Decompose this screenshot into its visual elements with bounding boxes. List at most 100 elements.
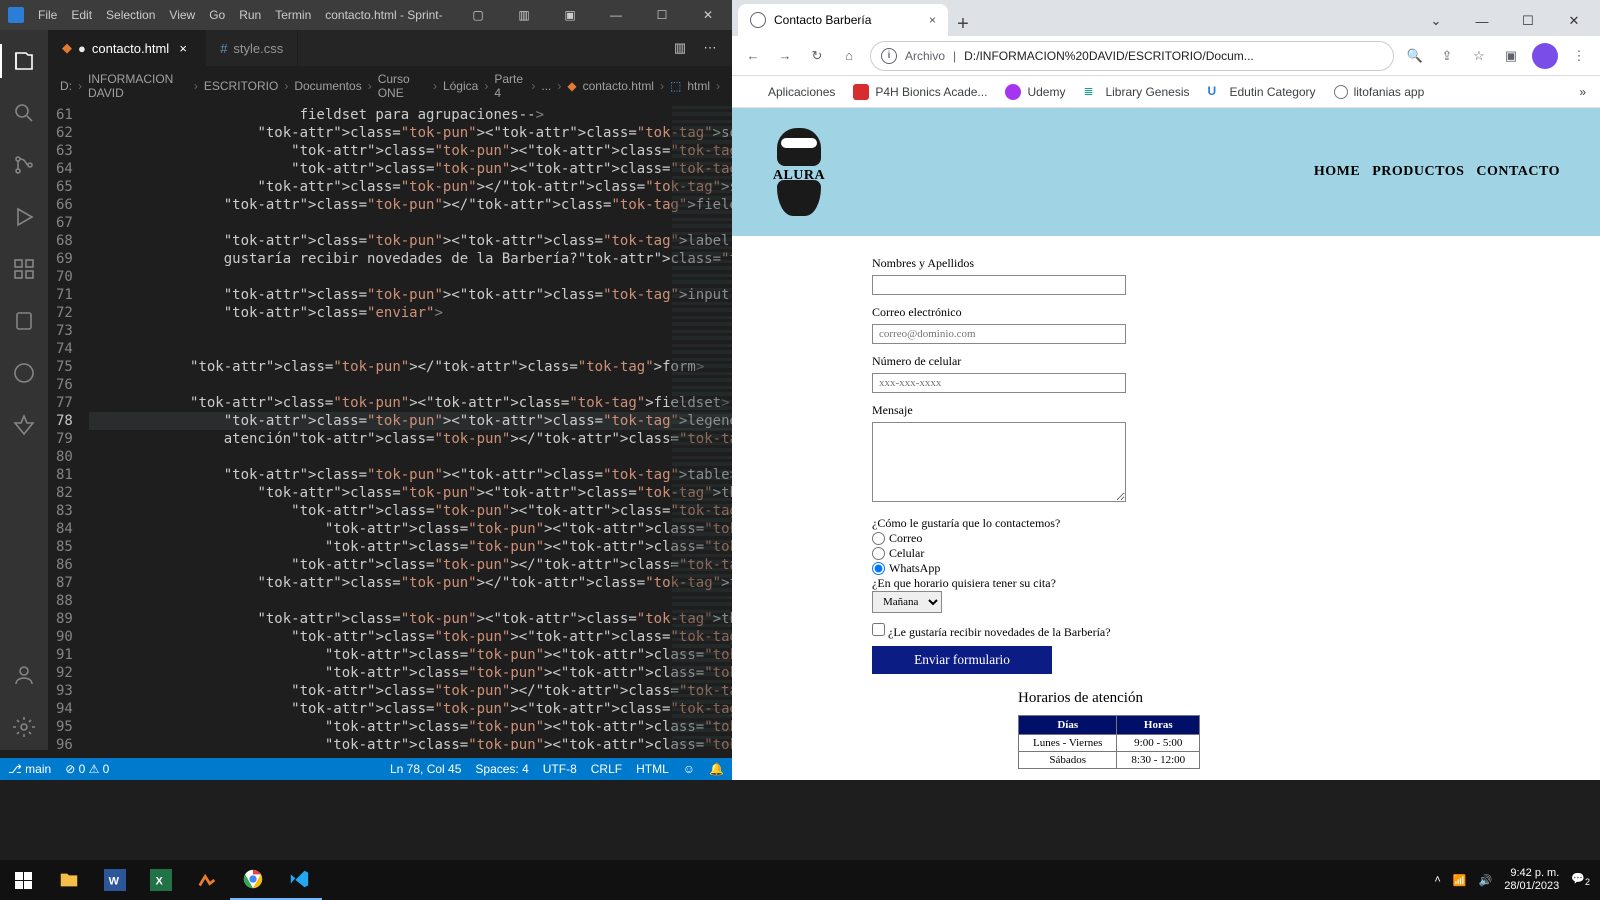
chrome-icon[interactable] xyxy=(230,860,276,900)
code-body[interactable]: fieldset para agrupaciones--> "tok-attr"… xyxy=(89,106,732,750)
minimize-icon[interactable]: — xyxy=(594,0,638,30)
contact-form: Nombres y Apellidos Correo electrónico N… xyxy=(732,236,1600,780)
newsletter-checkbox[interactable] xyxy=(872,623,885,636)
chevron-down-icon[interactable]: ⌄ xyxy=(1414,6,1458,36)
status-cursor[interactable]: Ln 78, Col 45 xyxy=(390,762,461,776)
vscode-logo-icon xyxy=(8,7,24,23)
star-icon[interactable]: ☆ xyxy=(1468,45,1490,67)
radio-celular[interactable] xyxy=(872,547,885,560)
word-icon[interactable]: W xyxy=(92,860,138,900)
status-bell-icon[interactable]: 🔔 xyxy=(709,762,724,776)
layout-toggle-1-icon[interactable]: ▢ xyxy=(456,0,500,30)
notifications-icon[interactable]: 💬2 xyxy=(1571,872,1590,887)
vscode-menu: File Edit Selection View Go Run Termin xyxy=(38,8,311,22)
bookmark-udemy[interactable]: Udemy xyxy=(1005,84,1065,100)
message-field[interactable] xyxy=(872,422,1126,502)
kebab-menu-icon[interactable]: ⋮ xyxy=(1568,45,1590,67)
menu-go[interactable]: Go xyxy=(209,8,225,22)
status-language[interactable]: HTML xyxy=(636,762,669,776)
browser-tab[interactable]: Contacto Barbería × xyxy=(738,4,948,36)
menu-edit[interactable]: Edit xyxy=(71,8,92,22)
taskbar-clock[interactable]: 9:42 p. m. 28/01/2023 xyxy=(1504,867,1559,893)
minimap[interactable] xyxy=(672,106,732,750)
extra-1-icon[interactable] xyxy=(0,298,48,344)
home-icon[interactable]: ⌂ xyxy=(838,45,860,67)
share-icon[interactable]: ⇪ xyxy=(1436,45,1458,67)
svg-text:W: W xyxy=(109,876,120,888)
email-field[interactable] xyxy=(872,324,1126,344)
menu-selection[interactable]: Selection xyxy=(106,8,155,22)
extensions-icon[interactable] xyxy=(0,246,48,292)
radio-correo[interactable] xyxy=(872,532,885,545)
zoom-icon[interactable]: 🔍 xyxy=(1404,45,1426,67)
layout-toggle-2-icon[interactable]: ▥ xyxy=(502,0,546,30)
tab-close-icon[interactable]: × xyxy=(175,41,191,56)
bookmarks-overflow-icon[interactable]: » xyxy=(1579,85,1586,99)
menu-view[interactable]: View xyxy=(169,8,195,22)
nav-home[interactable]: HOME xyxy=(1314,164,1360,180)
volume-icon[interactable]: 🔊 xyxy=(1479,874,1493,887)
tab-close-icon[interactable]: × xyxy=(929,13,936,27)
status-encoding[interactable]: UTF-8 xyxy=(543,762,577,776)
close-icon[interactable]: ✕ xyxy=(1552,6,1596,36)
menu-run[interactable]: Run xyxy=(239,8,261,22)
menu-file[interactable]: File xyxy=(38,8,57,22)
start-button[interactable] xyxy=(0,860,46,900)
status-indent[interactable]: Spaces: 4 xyxy=(475,762,528,776)
accounts-icon[interactable] xyxy=(0,652,48,698)
svg-text:X: X xyxy=(156,876,164,888)
bookmark-p4h[interactable]: P4H Bionics Acade... xyxy=(853,84,987,100)
status-eol[interactable]: CRLF xyxy=(591,762,622,776)
github-icon[interactable] xyxy=(0,350,48,396)
nav-productos[interactable]: PRODUCTOS xyxy=(1372,164,1464,180)
search-icon[interactable] xyxy=(0,90,48,136)
tab-style-css[interactable]: # style.css xyxy=(206,30,298,66)
gitlab-icon[interactable] xyxy=(0,402,48,448)
settings-gear-icon[interactable] xyxy=(0,704,48,750)
back-icon[interactable]: ← xyxy=(742,45,764,67)
new-tab-button[interactable]: + xyxy=(948,13,978,36)
code-editor[interactable]: 6162636465666768697071727374757677787980… xyxy=(48,106,732,750)
bookmark-litofanias[interactable]: litofanias app xyxy=(1334,85,1425,99)
tab-label: contacto.html xyxy=(92,41,169,56)
wifi-icon[interactable]: 📶 xyxy=(1453,874,1467,887)
page-content: ALURA HOME PRODUCTOS CONTACTO Nombres y … xyxy=(732,108,1600,780)
matlab-icon[interactable] xyxy=(184,860,230,900)
avatar[interactable] xyxy=(1532,43,1558,69)
menu-terminal[interactable]: Termin xyxy=(275,8,311,22)
status-problems[interactable]: ⊘ 0 ⚠ 0 xyxy=(65,762,109,776)
source-control-icon[interactable] xyxy=(0,142,48,188)
breadcrumb[interactable]: D:› INFORMACION DAVID› ESCRITORIO› Docum… xyxy=(48,66,732,106)
maximize-icon[interactable]: ☐ xyxy=(1506,6,1550,36)
tab-contacto-html[interactable]: ◆ ● contacto.html × xyxy=(48,30,206,66)
minimize-icon[interactable]: — xyxy=(1460,6,1504,36)
schedule-select[interactable]: Mañana xyxy=(872,591,942,613)
forward-icon[interactable]: → xyxy=(774,45,796,67)
reload-icon[interactable]: ↻ xyxy=(806,45,828,67)
radio-whatsapp[interactable] xyxy=(872,562,885,575)
layout-toggle-3-icon[interactable]: ▣ xyxy=(548,0,592,30)
nav-contacto[interactable]: CONTACTO xyxy=(1476,164,1560,180)
vscode-taskbar-icon[interactable] xyxy=(276,860,322,900)
close-icon[interactable]: ✕ xyxy=(686,0,730,30)
bookmark-edutin[interactable]: UEdutin Category xyxy=(1208,84,1316,100)
bookmark-apps[interactable]: Aplicaciones xyxy=(746,84,835,100)
excel-icon[interactable]: X xyxy=(138,860,184,900)
name-field[interactable] xyxy=(872,275,1126,295)
status-branch[interactable]: ⎇ main xyxy=(8,762,51,776)
tray-chevron-icon[interactable]: ˄ xyxy=(1434,874,1440,886)
run-debug-icon[interactable] xyxy=(0,194,48,240)
address-bar[interactable]: i Archivo | D:/INFORMACION%20DAVID/ESCRI… xyxy=(870,41,1394,71)
editor-more-icon[interactable]: ⋯ xyxy=(700,40,720,56)
explorer-icon[interactable] xyxy=(0,38,48,84)
status-feedback-icon[interactable]: ☺ xyxy=(683,762,695,776)
maximize-icon[interactable]: ☐ xyxy=(640,0,684,30)
extensions-puzzle-icon[interactable]: ▣ xyxy=(1500,45,1522,67)
file-explorer-icon[interactable] xyxy=(46,860,92,900)
bookmark-libgen[interactable]: ≣Library Genesis xyxy=(1083,84,1189,100)
editor-split-icon[interactable]: ▥ xyxy=(670,40,690,56)
vscode-titlebar: File Edit Selection View Go Run Termin c… xyxy=(0,0,732,30)
info-icon[interactable]: i xyxy=(881,48,897,64)
phone-field[interactable] xyxy=(872,373,1126,393)
submit-button[interactable]: Enviar formulario xyxy=(872,646,1052,674)
